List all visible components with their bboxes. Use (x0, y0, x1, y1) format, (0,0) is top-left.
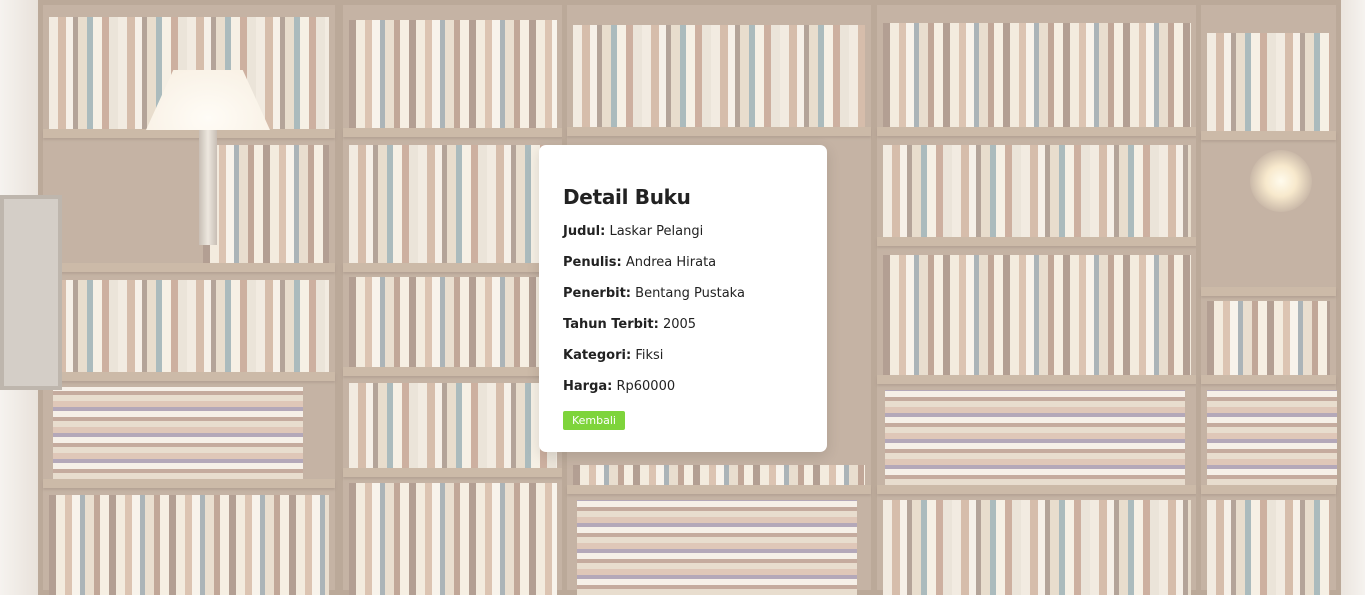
field-value: 2005 (662, 317, 697, 332)
field-harga: Harga: Rp60000 (563, 378, 803, 409)
field-label: Kategori: (563, 348, 632, 363)
book-detail-card: Detail Buku Judul: Laskar Pelangi Penuli… (539, 145, 827, 452)
field-value: Laskar Pelangi (609, 224, 704, 239)
field-tahun-terbit: Tahun Terbit: 2005 (563, 316, 803, 347)
field-penerbit: Penerbit: Bentang Pustaka (563, 285, 803, 316)
field-label: Harga: (563, 379, 613, 394)
field-value: Fiksi (635, 348, 664, 363)
field-judul: Judul: Laskar Pelangi (563, 223, 803, 254)
field-label: Judul: (563, 224, 606, 239)
field-value: Bentang Pustaka (635, 286, 745, 301)
field-kategori: Kategori: Fiksi (563, 347, 803, 378)
card-title: Detail Buku (563, 185, 691, 209)
field-label: Tahun Terbit: (563, 317, 659, 332)
back-button[interactable]: Kembali (563, 411, 625, 430)
field-label: Penerbit: (563, 286, 632, 301)
field-label: Penulis: (563, 255, 622, 270)
field-value: Andrea Hirata (625, 255, 717, 270)
field-value: Rp60000 (616, 379, 676, 394)
field-penulis: Penulis: Andrea Hirata (563, 254, 803, 285)
